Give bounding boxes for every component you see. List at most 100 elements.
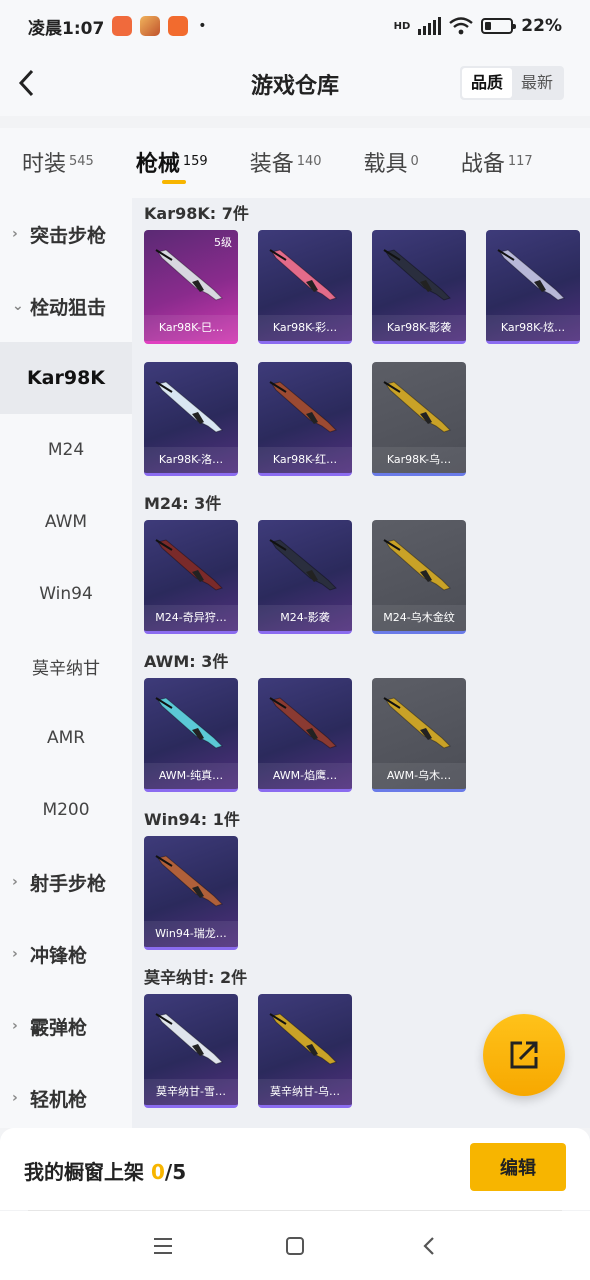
skin-card[interactable]: M24-奇异狩… <box>144 520 238 634</box>
rifle-icon <box>266 534 344 594</box>
sort-option-quality[interactable]: 品质 <box>462 68 512 98</box>
notification-app-icon <box>112 16 133 36</box>
menu-icon[interactable] <box>148 1231 178 1261</box>
rifle-icon <box>152 850 230 910</box>
skin-name: Kar98K-影袭 <box>372 315 466 341</box>
sidebar-item-0[interactable]: › 突击步枪 <box>0 198 132 270</box>
skin-name: 莫辛纳甘-雪… <box>144 1079 238 1105</box>
weapon-skin-list: Kar98K: 7件 5级 Kar98K-巳… Kar98K-彩… Kar98K-影袭 K… <box>132 198 590 1128</box>
rifle-icon <box>266 376 344 436</box>
rifle-icon <box>152 692 230 752</box>
level-badge: 5级 <box>214 236 232 249</box>
skin-name: M24-乌木金纹 <box>372 605 466 631</box>
sidebar-item-10[interactable]: › 冲锋枪 <box>0 918 132 990</box>
skin-grid: 5级 Kar98K-巳… Kar98K-彩… Kar98K-影袭 Kar98K-炫… Ka… <box>132 230 590 476</box>
skin-name: M24-奇异狩… <box>144 605 238 631</box>
sidebar-item-9[interactable]: › 射手步枪 <box>0 846 132 918</box>
section-title: 莫辛纳甘: 2件 <box>144 968 248 987</box>
shopping-app-icon <box>168 16 189 36</box>
rifle-icon <box>380 244 458 304</box>
skin-name: Win94-瑞龙… <box>144 921 238 947</box>
sidebar-item-8[interactable]: M200 <box>0 774 132 846</box>
share-button[interactable] <box>483 1014 565 1096</box>
skin-card[interactable]: AWM-纯真… <box>144 678 238 792</box>
edit-button[interactable]: 编辑 <box>470 1143 566 1191</box>
rifle-icon <box>152 244 230 304</box>
sidebar-item-label: 射手步枪 <box>30 872 107 895</box>
tab-weapons[interactable]: 枪械 159 <box>136 128 208 184</box>
chevron-right-icon: › <box>12 874 18 890</box>
section-title: Win94: 1件 <box>144 810 240 829</box>
skin-card[interactable]: Kar98K-彩… <box>258 230 352 344</box>
skin-name: Kar98K-红… <box>258 447 352 473</box>
notification-dot-icon: • <box>198 18 207 34</box>
showcase-bar: 我的橱窗上架 0/5 编辑 <box>0 1128 590 1210</box>
skin-name: AWM-纯真… <box>144 763 238 789</box>
sidebar-item-label: 霰弹枪 <box>30 1016 88 1039</box>
sidebar-item-4[interactable]: AWM <box>0 486 132 558</box>
hd-label: HD <box>393 20 411 32</box>
wifi-icon <box>449 17 474 35</box>
section-title: M24: 3件 <box>144 494 222 513</box>
showcase-count: 我的橱窗上架 0/5 <box>24 1160 187 1184</box>
rifle-icon <box>380 376 458 436</box>
skin-name: Kar98K-巳… <box>144 315 238 341</box>
battery-percent: 22% <box>521 16 562 36</box>
sidebar-item-12[interactable]: › 轻机枪 <box>0 1062 132 1128</box>
rifle-icon <box>152 1008 230 1068</box>
skin-card[interactable]: Kar98K-红… <box>258 362 352 476</box>
rifle-icon <box>380 534 458 594</box>
sidebar-item-3[interactable]: M24 <box>0 414 132 486</box>
skin-name: Kar98K-洛… <box>144 447 238 473</box>
skin-card[interactable]: 莫辛纳甘-雪… <box>144 994 238 1108</box>
sidebar-item-2[interactable]: Kar98K <box>0 342 132 414</box>
section-title: Kar98K: 7件 <box>144 204 249 223</box>
system-nav-bar <box>0 1211 590 1280</box>
sort-option-latest[interactable]: 最新 <box>512 68 562 98</box>
sidebar-item-label: 栓动狙击 <box>30 296 107 319</box>
skin-card[interactable]: Kar98K-洛… <box>144 362 238 476</box>
skin-name: Kar98K-乌… <box>372 447 466 473</box>
sidebar-item-5[interactable]: Win94 <box>0 558 132 630</box>
skin-name: Kar98K-炫… <box>486 315 580 341</box>
sidebar-item-6[interactable]: 莫辛纳甘 <box>0 630 132 702</box>
status-bar: 凌晨1:07 • HD 22% <box>0 0 590 52</box>
skin-card[interactable]: 莫辛纳甘-乌… <box>258 994 352 1108</box>
sort-toggle[interactable]: 品质 最新 <box>460 66 564 100</box>
sidebar-item-7[interactable]: AMR <box>0 702 132 774</box>
tab-vehicles[interactable]: 载具 0 <box>364 128 419 178</box>
skin-card[interactable]: AWM-乌木… <box>372 678 466 792</box>
weapon-type-nav: › 突击步枪 ⌄ 栓动狙击 Kar98K M24 AWM Win94 莫辛纳甘 AMR M200 › 射… <box>0 198 132 1128</box>
app-header: 游戏仓库 品质 最新 <box>0 52 590 116</box>
sidebar-item-label: M200 <box>42 800 90 820</box>
skin-card[interactable]: Kar98K-影袭 <box>372 230 466 344</box>
rifle-icon <box>266 692 344 752</box>
sidebar-item-1[interactable]: ⌄ 栓动狙击 <box>0 270 132 342</box>
sidebar-item-11[interactable]: › 霰弹枪 <box>0 990 132 1062</box>
back-icon[interactable] <box>414 1231 444 1261</box>
skin-card[interactable]: AWM-焰鹰… <box>258 678 352 792</box>
tab-fashion[interactable]: 时装 545 <box>22 128 94 178</box>
sidebar-item-label: 冲锋枪 <box>30 944 88 967</box>
sidebar-item-label: AMR <box>46 728 86 748</box>
sidebar-item-label: Kar98K <box>26 367 106 389</box>
skin-name: Kar98K-彩… <box>258 315 352 341</box>
skin-name: 莫辛纳甘-乌… <box>258 1079 352 1105</box>
skin-card[interactable]: M24-影袭 <box>258 520 352 634</box>
skin-card[interactable]: 5级 Kar98K-巳… <box>144 230 238 344</box>
skin-card[interactable]: Win94-瑞龙… <box>144 836 238 950</box>
skin-card[interactable]: Kar98K-乌… <box>372 362 466 476</box>
rifle-icon <box>494 244 572 304</box>
home-icon[interactable] <box>280 1231 310 1261</box>
skin-card[interactable]: M24-乌木金纹 <box>372 520 466 634</box>
skin-grid: M24-奇异狩… M24-影袭 M24-乌木金纹 <box>132 520 590 634</box>
skin-name: AWM-焰鹰… <box>258 763 352 789</box>
rifle-icon <box>266 1008 344 1068</box>
game-avatar-icon <box>140 16 161 36</box>
tab-equipment[interactable]: 装备 140 <box>250 128 322 178</box>
skin-card[interactable]: Kar98K-炫… <box>486 230 580 344</box>
tab-battle-gear[interactable]: 战备 117 <box>461 128 533 178</box>
skin-grid: AWM-纯真… AWM-焰鹰… AWM-乌木… <box>132 678 590 792</box>
rifle-icon <box>152 534 230 594</box>
status-time: 凌晨1:07 <box>28 18 105 39</box>
